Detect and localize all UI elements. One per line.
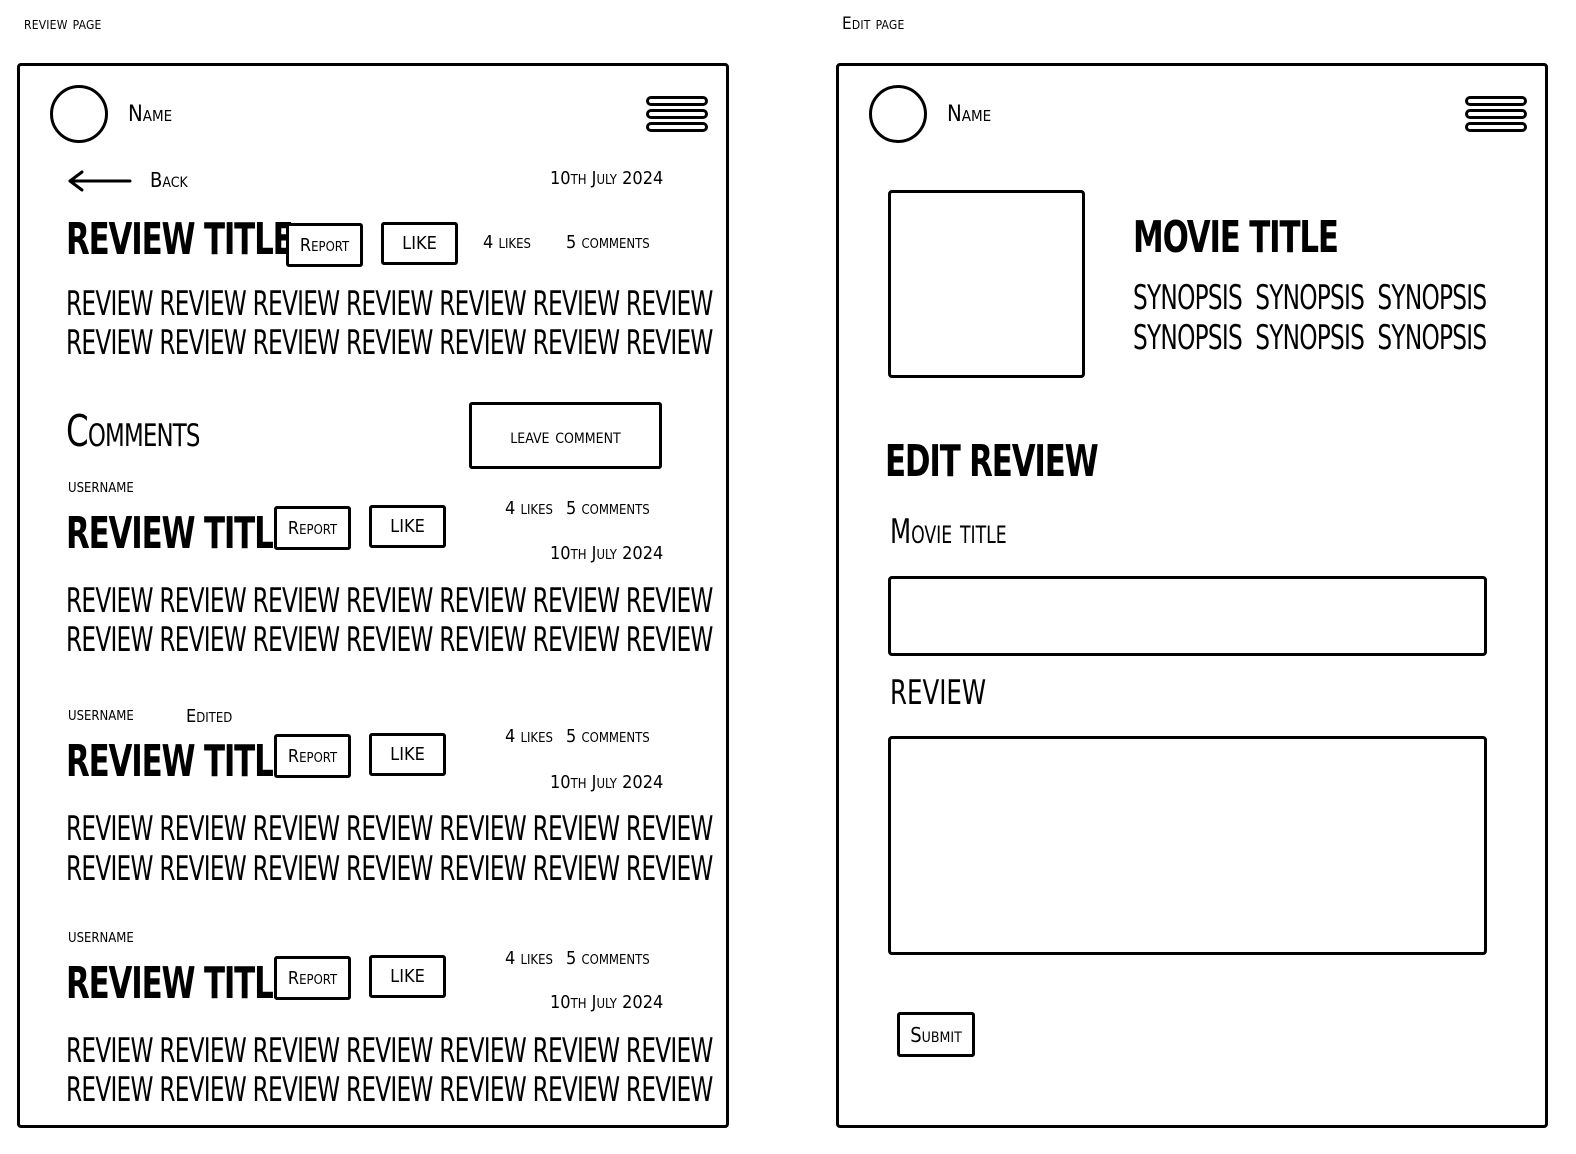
comment-comments-count: 5 comments	[566, 498, 650, 519]
comment-title: REVIEW TITLE	[66, 736, 294, 787]
review-textarea[interactable]	[888, 736, 1487, 955]
user-name: Name	[947, 102, 992, 127]
comment-date: 10th July 2024	[550, 992, 664, 1013]
hamburger-menu-icon[interactable]	[1465, 96, 1527, 135]
comment-title: REVIEW TITLE	[66, 958, 294, 1009]
back-arrow-icon[interactable]	[66, 170, 134, 192]
user-name: Name	[128, 102, 173, 127]
comment-username[interactable]: username	[68, 926, 134, 947]
comment-title: REVIEW TITLE	[66, 508, 294, 559]
edit-page-frame: Name MOVIE TITLE SYNOPSIS SYNOPSIS SYNOP…	[836, 63, 1548, 1128]
hamburger-menu-icon[interactable]	[646, 96, 708, 135]
review-date: 10th July 2024	[550, 168, 664, 189]
comment-username[interactable]: username	[68, 476, 134, 497]
comment-comments-count: 5 comments	[566, 948, 650, 969]
movie-title: MOVIE TITLE	[1133, 212, 1339, 263]
like-button[interactable]: LIKE	[381, 222, 458, 265]
user-avatar[interactable]	[50, 85, 108, 143]
comment-date: 10th July 2024	[550, 772, 664, 793]
edit-page-caption: Edit page	[842, 14, 905, 34]
movie-synopsis-line: SYNOPSIS SYNOPSIS SYNOPSIS	[1133, 318, 1487, 358]
comment-body-line: REVIEW REVIEW REVIEW REVIEW REVIEW REVIE…	[66, 1031, 713, 1071]
leave-comment-button[interactable]: leave comment	[469, 402, 662, 469]
review-body-line: REVIEW REVIEW REVIEW REVIEW REVIEW REVIE…	[66, 323, 713, 363]
comment-edited-label: Edited	[186, 706, 233, 727]
likes-count: 4 likes	[483, 232, 531, 253]
comment-likes-count: 4 likes	[505, 498, 553, 519]
movie-title-input[interactable]	[888, 576, 1487, 656]
movie-synopsis-line: SYNOPSIS SYNOPSIS SYNOPSIS	[1133, 278, 1487, 318]
back-link[interactable]: Back	[150, 168, 188, 192]
review-page-caption: review page	[24, 14, 102, 34]
comment-report-button[interactable]: Report	[274, 506, 351, 550]
comments-heading: Comments	[66, 406, 200, 457]
comment-body-line: REVIEW REVIEW REVIEW REVIEW REVIEW REVIE…	[66, 620, 713, 660]
user-avatar[interactable]	[869, 85, 927, 143]
comment-likes-count: 4 likes	[505, 948, 553, 969]
comments-count: 5 comments	[566, 232, 650, 253]
movie-title-label: Movie title	[890, 512, 1007, 552]
review-title: REVIEW TITLE	[66, 214, 294, 265]
comment-body-line: REVIEW REVIEW REVIEW REVIEW REVIEW REVIE…	[66, 849, 713, 889]
comment-body-line: REVIEW REVIEW REVIEW REVIEW REVIEW REVIE…	[66, 1070, 713, 1110]
movie-poster-placeholder	[888, 190, 1085, 378]
report-button[interactable]: Report	[286, 223, 363, 267]
review-label: REVIEW	[890, 673, 987, 713]
comment-body-line: REVIEW REVIEW REVIEW REVIEW REVIEW REVIE…	[66, 581, 713, 621]
comment-date: 10th July 2024	[550, 543, 664, 564]
comment-comments-count: 5 comments	[566, 726, 650, 747]
comment-like-button[interactable]: LIKE	[369, 955, 446, 998]
review-page-frame: Name Back 10th July 2024 REVIEW TITLE Re…	[17, 63, 729, 1128]
comment-likes-count: 4 likes	[505, 726, 553, 747]
comment-username[interactable]: username	[68, 704, 134, 725]
edit-review-heading: EDIT REVIEW	[885, 436, 1099, 487]
comment-report-button[interactable]: Report	[274, 956, 351, 1000]
submit-button[interactable]: Submit	[897, 1012, 975, 1057]
review-body-line: REVIEW REVIEW REVIEW REVIEW REVIEW REVIE…	[66, 284, 713, 324]
comment-like-button[interactable]: LIKE	[369, 505, 446, 548]
comment-report-button[interactable]: Report	[274, 734, 351, 778]
comment-like-button[interactable]: LIKE	[369, 733, 446, 776]
comment-body-line: REVIEW REVIEW REVIEW REVIEW REVIEW REVIE…	[66, 809, 713, 849]
